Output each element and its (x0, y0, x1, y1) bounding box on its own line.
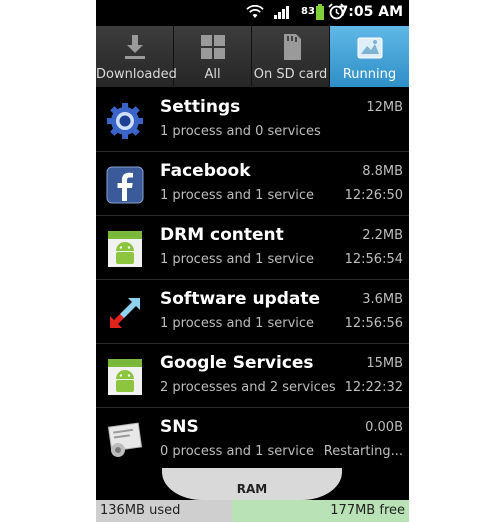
process-size: 2.2MB (362, 228, 403, 243)
process-size: 8.8MB (362, 164, 403, 179)
process-row-google-services[interactable]: Google Services 2 processes and 2 servic… (96, 344, 409, 408)
tab-label: Downloaded (96, 67, 177, 82)
process-detail: 0 process and 1 service (160, 444, 315, 459)
process-row-sns[interactable]: SNS 0 process and 1 service 0.00B Restar… (96, 408, 409, 471)
clock: 7:05 AM (338, 4, 403, 20)
process-row-facebook[interactable]: Facebook 1 process and 1 service 8.8MB 1… (96, 152, 409, 216)
ram-usage-bar: 136MB used 177MB free (96, 500, 409, 522)
process-name: Google Services (160, 353, 314, 373)
signal-icon (274, 6, 289, 19)
ram-used-text: 136MB used (100, 503, 181, 518)
ram-tab: RAM (162, 468, 342, 500)
battery-icon (316, 4, 324, 20)
process-time: Restarting... (323, 444, 403, 459)
android-icon (108, 359, 142, 395)
battery-level: 83 (301, 6, 315, 17)
tab-downloaded[interactable]: Downloaded (96, 26, 177, 87)
ram-label: RAM (236, 482, 268, 496)
tab-on-sd-card[interactable]: On SD card (252, 26, 330, 87)
ram-area: RAM (96, 468, 409, 500)
grid-icon (200, 35, 225, 59)
settings-gear-icon (107, 103, 143, 139)
facebook-icon (106, 166, 144, 204)
process-detail: 2 processes and 2 services (160, 380, 336, 395)
process-time: 12:22:32 (344, 380, 403, 395)
process-row-software-update[interactable]: Software update 1 process and 1 service … (96, 280, 409, 344)
process-name: Settings (160, 97, 241, 117)
software-update-icon (110, 298, 140, 328)
process-detail: 1 process and 0 services (160, 124, 321, 139)
running-icon (357, 37, 382, 59)
process-time: 12:56:56 (344, 316, 403, 331)
phone-screen: 83 7:05 AM Downloaded All On SD card Run… (96, 0, 409, 522)
wifi-icon (246, 5, 264, 18)
tab-label: On SD card (253, 67, 328, 82)
status-bar: 83 7:05 AM (96, 0, 409, 26)
process-name: SNS (160, 417, 199, 437)
process-detail: 1 process and 1 service (160, 316, 315, 331)
process-name: Software update (160, 289, 321, 309)
process-name: Facebook (160, 161, 251, 181)
ram-free-text: 177MB free (330, 503, 405, 518)
sns-icon (107, 422, 143, 457)
process-size: 3.6MB (362, 292, 403, 307)
android-icon (108, 231, 142, 267)
process-row-drm-content[interactable]: DRM content 1 process and 1 service 2.2M… (96, 216, 409, 280)
tab-label: All (204, 67, 221, 82)
process-size: 12MB (366, 100, 403, 115)
process-detail: 1 process and 1 service (160, 252, 315, 267)
sd-card-icon (283, 34, 301, 60)
process-name: DRM content (160, 225, 284, 245)
process-time: 12:56:54 (344, 252, 403, 267)
process-size: 15MB (366, 356, 403, 371)
tab-all[interactable]: All (174, 26, 252, 87)
process-time: 12:26:50 (344, 188, 403, 203)
process-detail: 1 process and 1 service (160, 188, 315, 203)
download-icon (124, 35, 145, 59)
tab-running[interactable]: Running (330, 26, 409, 87)
app-filter-tabs: Downloaded All On SD card Running (96, 26, 409, 87)
tab-label: Running (342, 67, 397, 82)
process-row-settings[interactable]: Settings 1 process and 0 services 12MB (96, 88, 409, 152)
process-size: 0.00B (365, 420, 403, 435)
